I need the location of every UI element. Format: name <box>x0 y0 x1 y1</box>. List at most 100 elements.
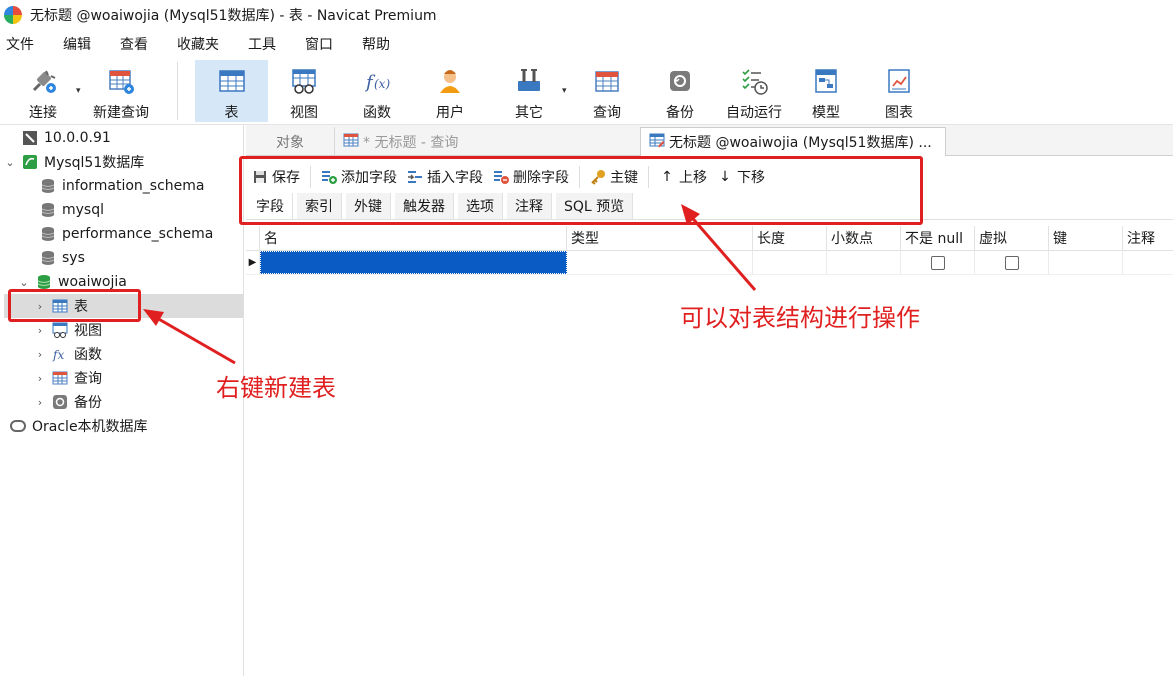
function-label: 函数 <box>363 105 391 121</box>
menu-window[interactable]: 窗口 <box>299 34 339 54</box>
new-query-icon <box>105 65 137 96</box>
tree-item-label: performance_schema <box>62 226 214 242</box>
field-key-cell[interactable] <box>1049 251 1123 274</box>
tree-item-mysql51[interactable]: ⌄ Mysql51数据库 <box>4 150 144 174</box>
tree-item-information-schema[interactable]: information_schema <box>22 174 205 198</box>
view-button[interactable]: 视图 <box>280 60 328 122</box>
database-icon <box>40 250 56 266</box>
menu-edit[interactable]: 编辑 <box>57 34 97 54</box>
connect-dropdown-icon[interactable]: ▾ <box>76 86 81 96</box>
connection-icon <box>22 130 38 146</box>
tree-item-label: 备份 <box>74 395 102 411</box>
tab-query[interactable]: * 无标题 - 查询 <box>334 127 640 156</box>
chevron-right-icon[interactable]: › <box>34 348 46 361</box>
plug-icon <box>27 65 59 96</box>
other-button[interactable]: 其它 <box>505 60 553 122</box>
automation-label: 自动运行 <box>726 105 782 121</box>
menu-favorites[interactable]: 收藏夹 <box>171 34 225 54</box>
tree-item-backups[interactable]: › 备份 <box>4 390 102 414</box>
field-comment-cell[interactable] <box>1123 251 1173 274</box>
chart-button[interactable]: 图表 <box>875 60 923 122</box>
table-row[interactable]: ▶ <box>246 251 1173 275</box>
field-length-cell[interactable] <box>753 251 827 274</box>
backup-label: 备份 <box>666 105 694 121</box>
main-toolbar: 连接 ▾ 新建查询 表 视图 f (x) 函数 用户 其它 ▾ 查询 备份 自动… <box>0 58 1173 125</box>
tree-item-mysql[interactable]: mysql <box>22 198 104 222</box>
connection-tree: 10.0.0.91 ⌄ Mysql51数据库 information_schem… <box>0 125 244 676</box>
column-header-type[interactable]: 类型 <box>567 226 753 250</box>
chevron-right-icon[interactable]: › <box>34 372 46 385</box>
column-header-decimals[interactable]: 小数点 <box>827 226 901 250</box>
table-icon <box>216 65 248 96</box>
tree-item-oracle[interactable]: Oracle本机数据库 <box>4 414 148 438</box>
oracle-connection-icon <box>10 418 26 434</box>
query-icon <box>591 65 623 96</box>
user-label: 用户 <box>436 105 464 121</box>
window-title: 无标题 @woaiwojia (Mysql51数据库) - 表 - Navica… <box>30 8 437 24</box>
chevron-right-icon[interactable]: › <box>34 324 46 337</box>
not-null-checkbox[interactable] <box>930 255 945 270</box>
menu-tools[interactable]: 工具 <box>242 34 282 54</box>
query-icon <box>343 132 359 152</box>
column-header-name[interactable]: 名 <box>260 226 567 250</box>
column-header-length[interactable]: 长度 <box>753 226 827 250</box>
database-icon <box>40 178 56 194</box>
connect-button[interactable]: 连接 <box>20 60 66 122</box>
menu-help[interactable]: 帮助 <box>356 34 396 54</box>
field-decimals-cell[interactable] <box>827 251 901 274</box>
model-icon <box>810 65 842 96</box>
tree-item-label: Mysql51数据库 <box>44 155 145 171</box>
table-design-icon <box>649 132 665 152</box>
tree-item-queries[interactable]: › 查询 <box>4 366 102 390</box>
column-header-not-null[interactable]: 不是 null <box>901 226 975 250</box>
tree-item-label: information_schema <box>62 178 205 194</box>
model-label: 模型 <box>812 105 840 121</box>
query-button[interactable]: 查询 <box>583 60 631 122</box>
tree-item-label: 函数 <box>74 347 102 363</box>
other-dropdown-icon[interactable]: ▾ <box>562 86 567 96</box>
tree-item-label: 查询 <box>74 371 102 387</box>
automation-icon <box>738 65 770 96</box>
chevron-down-icon[interactable]: ⌄ <box>18 276 30 289</box>
tree-item-connection-host[interactable]: 10.0.0.91 <box>4 126 111 150</box>
function-icon: fx <box>52 346 68 362</box>
highlight-box-tables <box>8 289 141 322</box>
model-button[interactable]: 模型 <box>802 60 850 122</box>
backup-button[interactable]: 备份 <box>656 60 704 122</box>
table-button[interactable]: 表 <box>195 60 268 122</box>
mysql-connection-icon <box>22 154 38 170</box>
annotation-right-click: 右键新建表 <box>216 374 336 402</box>
tree-item-label: mysql <box>62 202 104 218</box>
chart-label: 图表 <box>885 105 913 121</box>
tree-item-performance-schema[interactable]: performance_schema <box>22 222 213 246</box>
chevron-down-icon[interactable]: ⌄ <box>4 156 16 169</box>
menu-file[interactable]: 文件 <box>0 34 40 54</box>
field-name-cell[interactable] <box>260 251 567 274</box>
field-virtual-cell <box>975 251 1049 274</box>
new-query-button[interactable]: 新建查询 <box>88 60 154 122</box>
tree-item-sys[interactable]: sys <box>22 246 85 270</box>
field-type-cell[interactable] <box>567 251 753 274</box>
svg-text:fx: fx <box>52 348 64 362</box>
view-icon <box>52 322 68 338</box>
database-icon <box>40 202 56 218</box>
grid-header: 名 类型 长度 小数点 不是 null 虚拟 键 注释 <box>246 226 1173 251</box>
backup-icon <box>664 65 696 96</box>
tree-item-label: woaiwojia <box>58 274 127 290</box>
annotation-operate: 可以对表结构进行操作 <box>680 304 920 332</box>
tab-table-design[interactable]: 无标题 @woaiwojia (Mysql51数据库) ... <box>640 127 946 156</box>
tree-item-label: sys <box>62 250 85 266</box>
virtual-checkbox[interactable] <box>1004 255 1019 270</box>
column-header-comment[interactable]: 注释 <box>1123 226 1173 250</box>
tab-objects[interactable]: 对象 <box>246 127 334 156</box>
function-button[interactable]: f (x) 函数 <box>353 60 401 122</box>
chevron-right-icon[interactable]: › <box>34 396 46 409</box>
user-button[interactable]: 用户 <box>426 60 474 122</box>
menu-view[interactable]: 查看 <box>114 34 154 54</box>
tree-item-functions[interactable]: › fx 函数 <box>4 342 102 366</box>
column-header-virtual[interactable]: 虚拟 <box>975 226 1049 250</box>
tools-icon <box>513 65 545 96</box>
navicat-logo-icon <box>4 6 22 24</box>
automation-button[interactable]: 自动运行 <box>722 60 786 122</box>
column-header-key[interactable]: 键 <box>1049 226 1123 250</box>
